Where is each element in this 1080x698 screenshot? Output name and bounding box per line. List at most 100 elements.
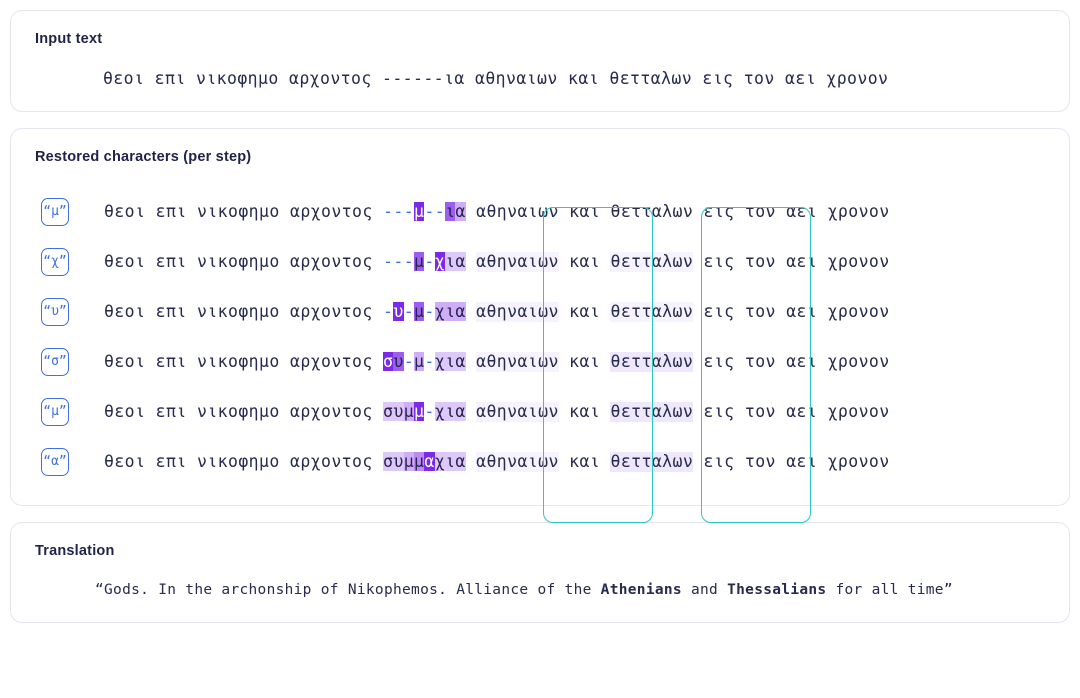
word-spacer: [600, 252, 610, 272]
restored-char-cell: ι: [445, 451, 456, 471]
context-word: θετταλων: [610, 301, 694, 322]
word-spacer: [466, 202, 476, 222]
context-word: χρονον: [827, 351, 890, 371]
restored-char-cell: υ: [393, 401, 404, 421]
context-word: θετταλων: [610, 201, 694, 221]
word-spacer: [559, 452, 569, 472]
step-prefix-text: θεοι επι νικοφημο αρχοντος: [104, 401, 384, 421]
restored-char-cell: -: [393, 251, 404, 271]
restored-char-cell: σ: [383, 451, 394, 471]
word-spacer: [600, 202, 610, 222]
restored-char-cell: χ: [434, 451, 446, 471]
restored-word: συμμαχια: [383, 451, 466, 472]
restored-char-cell: α: [455, 401, 466, 421]
step-prefix-text: θεοι επι νικοφημο αρχοντος: [104, 251, 384, 271]
restored-char-cell: -: [383, 301, 394, 321]
word-spacer: [776, 202, 786, 222]
restored-char-cell: α: [455, 251, 466, 271]
restored-char-cell: μ: [414, 351, 425, 371]
restored-char-cell: υ: [393, 451, 404, 471]
word-spacer: [466, 352, 476, 372]
restored-step-text: θεοι επι νικοφημο αρχοντος -υ-μ-χια αθην…: [104, 301, 890, 322]
restored-char-cell: α: [455, 301, 466, 321]
context-word: εις: [703, 451, 735, 471]
context-word: αει: [786, 251, 818, 271]
input-text-title: Input text: [35, 31, 103, 47]
restored-characters-card: Restored characters (per step) “μ” θεοι ε…: [10, 127, 1070, 506]
restored-char-cell: -: [393, 201, 404, 221]
restored-step-row: “υ” θεοι επι νικοφημο αρχοντος -υ-μ-χια α…: [35, 287, 1045, 337]
restored-char-cell: ι: [445, 301, 456, 321]
predicted-character-badge[interactable]: “υ”: [41, 297, 69, 326]
word-spacer: [693, 352, 703, 372]
restored-step-row: “α” θεοι επι νικοφημο αρχοντος συμμαχια α…: [35, 437, 1045, 487]
word-spacer: [693, 302, 703, 322]
word-spacer: [466, 402, 476, 422]
context-word: τον: [744, 251, 776, 271]
word-spacer: [735, 202, 745, 222]
restored-step-text: θεοι επι νικοφημο αρχοντος συμμαχια αθην…: [104, 451, 890, 472]
context-word: εις: [703, 401, 735, 421]
word-spacer: [735, 452, 745, 472]
page-root: Input text θεοι επι νικοφημο αρχοντος --…: [0, 0, 1080, 698]
restored-char-cell: -: [403, 201, 415, 221]
predicted-character-badge[interactable]: “μ”: [41, 397, 69, 426]
restored-char-cell: ι: [445, 351, 456, 371]
context-word: αθηναιων: [476, 401, 559, 422]
restored-char-cell: σ: [383, 351, 394, 371]
predicted-character-badge[interactable]: “χ”: [41, 247, 69, 276]
restored-steps-list: “μ” θεοι επι νικοφημο αρχοντος ---μ--ια α…: [35, 187, 1045, 487]
restored-char-cell: χ: [434, 401, 446, 421]
restored-char-cell: -: [383, 201, 394, 221]
translation-fragment: for all time”: [826, 581, 953, 598]
restored-char-cell: α: [424, 451, 435, 471]
step-prefix-text: θεοι επι νικοφημο αρχοντος: [104, 351, 384, 371]
restored-word: -υ-μ-χια: [383, 301, 466, 322]
step-prefix-text: θεοι επι νικοφημο αρχοντος: [104, 301, 384, 321]
context-word: χρονον: [827, 301, 890, 321]
word-spacer: [817, 402, 827, 422]
restored-char-cell: -: [403, 351, 415, 371]
context-word: και: [569, 301, 601, 321]
restored-char-cell: α: [455, 451, 466, 471]
context-word: τον: [744, 351, 776, 371]
restored-step-row: “σ” θεοι επι νικοφημο αρχοντος συ-μ-χια α…: [35, 337, 1045, 387]
restored-char-cell: σ: [383, 401, 394, 421]
predicted-character-badge[interactable]: “α”: [41, 447, 69, 476]
context-word: τον: [744, 301, 776, 321]
restored-char-cell: υ: [393, 351, 404, 371]
restored-char-cell: -: [434, 201, 446, 221]
restored-char-cell: μ: [403, 401, 415, 421]
restored-char-cell: μ: [403, 451, 415, 471]
word-spacer: [600, 302, 610, 322]
restored-word: συ-μ-χια: [383, 351, 466, 372]
restored-char-cell: ι: [445, 251, 456, 271]
restored-step-row: “μ” θεοι επι νικοφημο αρχοντος συμμ-χια α…: [35, 387, 1045, 437]
word-spacer: [600, 402, 610, 422]
restored-char-cell: -: [424, 351, 435, 371]
step-prefix-text: θεοι επι νικοφημο αρχοντος: [104, 451, 384, 471]
context-word: εις: [703, 201, 735, 221]
word-spacer: [776, 302, 786, 322]
predicted-character-badge[interactable]: “μ”: [41, 197, 69, 226]
restored-char-cell: μ: [414, 301, 425, 321]
word-spacer: [693, 402, 703, 422]
translation-title: Translation: [35, 542, 115, 559]
word-spacer: [817, 352, 827, 372]
restored-char-cell: ι: [445, 201, 456, 221]
restored-char-cell: μ: [414, 451, 425, 471]
context-word: αει: [786, 351, 818, 371]
word-spacer: [466, 252, 476, 272]
restored-step-row: “μ” θεοι επι νικοφημο αρχοντος ---μ--ια α…: [35, 187, 1045, 237]
context-word: και: [569, 351, 601, 371]
context-word: τον: [744, 201, 776, 221]
predicted-character-badge[interactable]: “σ”: [41, 347, 69, 376]
context-word: χρονον: [827, 251, 890, 271]
word-spacer: [776, 252, 786, 272]
word-spacer: [776, 452, 786, 472]
word-spacer: [776, 352, 786, 372]
word-spacer: [817, 452, 827, 472]
context-word: θετταλων: [610, 351, 694, 372]
word-spacer: [817, 202, 827, 222]
restored-char-cell: -: [403, 301, 415, 321]
